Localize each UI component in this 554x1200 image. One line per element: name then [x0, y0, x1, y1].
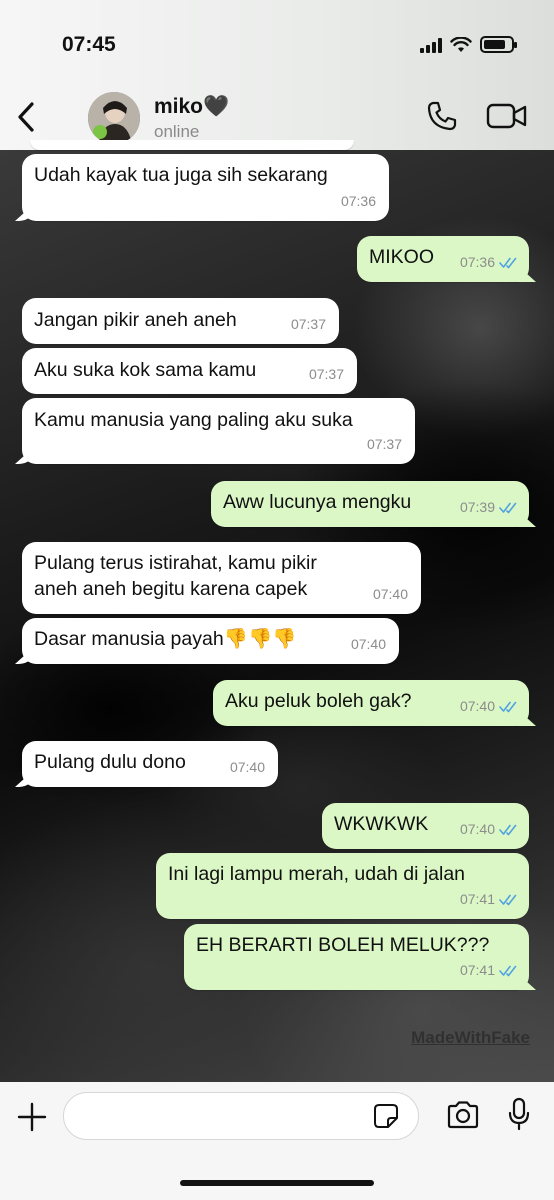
message-input[interactable]: [63, 1092, 419, 1140]
message-time: 07:41: [459, 962, 495, 978]
message-bubble-outgoing[interactable]: Ini lagi lampu merah, udah di jalan 07:4…: [156, 853, 529, 919]
message-bubble-outgoing[interactable]: Aww lucunya mengku 07:39: [211, 481, 529, 527]
message-time: 07:40: [459, 698, 495, 714]
message-text: Jangan pikir aneh aneh: [34, 309, 237, 331]
contact-avatar[interactable]: [88, 92, 140, 144]
message-text: Aku suka kok sama kamu: [34, 359, 257, 381]
message-time: 07:40: [350, 636, 386, 652]
message-text: Pulang dulu dono: [34, 751, 186, 773]
message-time: 07:40: [459, 821, 495, 837]
message-time: 07:40: [229, 759, 265, 775]
status-time: 07:45: [62, 33, 116, 56]
message-bubble-incoming[interactable]: Aku suka kok sama kamu 07:37: [22, 348, 357, 394]
watermark: MadeWithFake: [411, 1028, 530, 1047]
camera-icon[interactable]: [446, 1101, 480, 1129]
double-check-icon: [499, 502, 517, 513]
double-check-icon: [499, 894, 517, 905]
message-time: 07:37: [366, 436, 402, 452]
message-bubble-outgoing[interactable]: EH BERARTI BOLEH MELUK??? 07:41: [184, 924, 529, 990]
message-time: 07:39: [459, 499, 495, 515]
battery-icon: [480, 36, 517, 53]
contact-name[interactable]: miko🖤: [154, 95, 229, 119]
wifi-icon: [450, 36, 472, 52]
message-text: Aku peluk boleh gak?: [225, 690, 412, 712]
message-time: 07:41: [459, 891, 495, 907]
double-check-icon: [499, 824, 517, 835]
sticker-icon[interactable]: [373, 1103, 399, 1129]
microphone-icon[interactable]: [508, 1097, 530, 1131]
contact-status: online: [154, 122, 200, 141]
message-bubble-incoming[interactable]: Pulang terus istirahat, kamu pikir aneh …: [22, 542, 421, 614]
message-text: MIKOO: [369, 246, 435, 268]
status-icons: [420, 36, 517, 53]
message-bubble-incoming[interactable]: Jangan pikir aneh aneh 07:37: [22, 298, 339, 344]
double-check-icon: [499, 965, 517, 976]
chat-header: 07:45 miko🖤 online: [0, 0, 554, 150]
message-time: 07:40: [372, 586, 408, 602]
message-text: Kamu manusia yang paling aku suka: [34, 409, 353, 431]
message-text: EH BERARTI BOLEH MELUK???: [196, 934, 490, 956]
message-time: 07:36: [459, 254, 495, 270]
message-text: Udah kayak tua juga sih sekarang: [34, 164, 328, 186]
message-bubble-incoming[interactable]: Pulang dulu dono 07:40: [22, 741, 278, 787]
double-check-icon: [499, 701, 517, 712]
message-text: Ini lagi lampu merah, udah di jalan: [168, 863, 466, 885]
message-bubble-outgoing[interactable]: MIKOO 07:36: [357, 236, 529, 282]
plus-icon[interactable]: [17, 1102, 47, 1132]
home-indicator: [180, 1180, 374, 1186]
message-text: WKWKWK: [334, 813, 429, 835]
message-time: 07:37: [308, 366, 344, 382]
message-text: Dasar manusia payah👎👎👎: [34, 628, 297, 650]
message-bubble-incoming[interactable]: Kamu manusia yang paling aku suka 07:37: [22, 398, 415, 464]
double-check-icon: [499, 257, 517, 268]
message-text-line-2: aneh aneh begitu karena capek: [34, 578, 308, 600]
message-time: 07:37: [290, 316, 326, 332]
phone-icon[interactable]: [426, 100, 458, 132]
message-bubble-incoming[interactable]: Udah kayak tua juga sih sekarang 07:36: [22, 154, 389, 221]
message-bubble-outgoing[interactable]: WKWKWK 07:40: [322, 803, 529, 849]
message-bubble-outgoing[interactable]: Aku peluk boleh gak? 07:40: [213, 680, 529, 726]
back-chevron-icon[interactable]: [12, 100, 42, 134]
message-bubble-incoming[interactable]: Dasar manusia payah👎👎👎 07:40: [22, 618, 399, 664]
message-text: Aww lucunya mengku: [223, 491, 412, 513]
message-text-line-1: Pulang terus istirahat, kamu pikir: [34, 552, 317, 574]
video-camera-icon[interactable]: [486, 102, 528, 130]
cellular-signal-icon: [420, 37, 442, 53]
partial-message-bubble: [30, 140, 354, 150]
message-time: 07:36: [340, 193, 376, 209]
